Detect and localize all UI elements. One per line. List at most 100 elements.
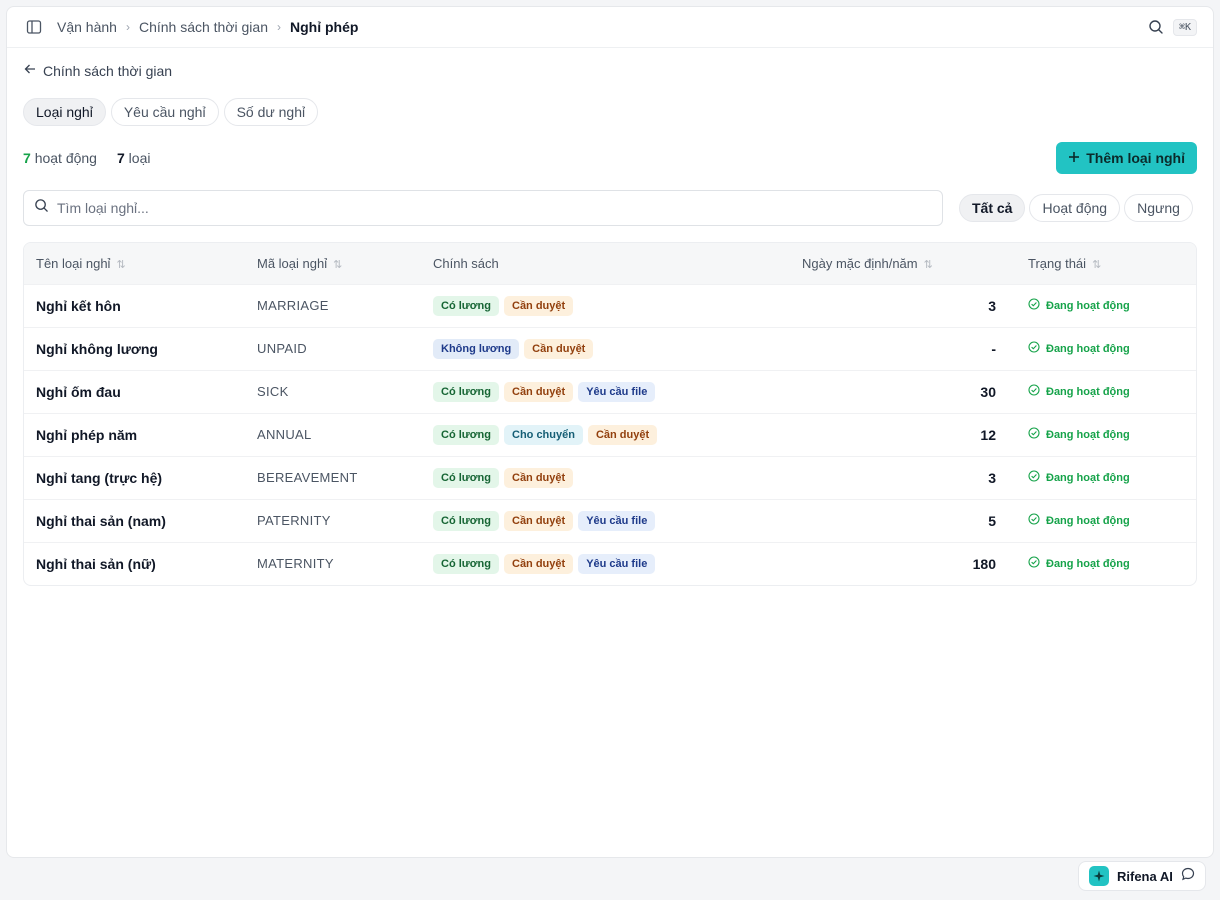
table-row[interactable]: Nghỉ thai sản (nam) PATERNITY Có lương Cần … bbox=[24, 499, 1196, 542]
policy-badge: Cho chuyển bbox=[504, 424, 583, 445]
check-circle-icon bbox=[1028, 513, 1040, 528]
policy-badge: Cần duyệt bbox=[504, 553, 574, 574]
stats-row: 7 hoạt động 7 loại Thêm loại nghỉ bbox=[23, 142, 1197, 174]
status-label: Đang hoạt động bbox=[1046, 342, 1130, 355]
status-badge: Đang hoạt động bbox=[1028, 513, 1184, 528]
policy-badges: Có lương Cần duyệt Yêu cầu file bbox=[433, 510, 766, 531]
tab-leave-balance[interactable]: Số dư nghỉ bbox=[223, 98, 319, 126]
policy-cell: Có lương Cần duyệt Yêu cầu file bbox=[421, 499, 778, 542]
app-window: Vận hành › Chính sách thời gian › Nghỉ p… bbox=[6, 6, 1214, 858]
status-cell: Đang hoạt động bbox=[1016, 413, 1196, 456]
status-cell: Đang hoạt động bbox=[1016, 456, 1196, 499]
status-cell: Đang hoạt động bbox=[1016, 499, 1196, 542]
leave-type-code: BEREAVEMENT bbox=[257, 470, 358, 485]
policy-cell: Có lương Cần duyệt bbox=[421, 456, 778, 499]
table-row[interactable]: Nghỉ kết hôn MARRIAGE Có lương Cần duyệt 3 Đa… bbox=[24, 284, 1196, 327]
status-badge: Đang hoạt động bbox=[1028, 470, 1184, 485]
policy-badge: Yêu cầu file bbox=[578, 510, 656, 531]
breadcrumb-item-operations[interactable]: Vận hành bbox=[57, 19, 117, 35]
default-days: 5 bbox=[988, 512, 996, 529]
leave-type-name: Nghỉ ốm đau bbox=[36, 383, 121, 400]
table-row[interactable]: Nghỉ tang (trực hệ) BEREAVEMENT Có lương Cầ… bbox=[24, 456, 1196, 499]
filter-active[interactable]: Hoạt động bbox=[1029, 194, 1121, 222]
filter-row: Tất cả Hoạt động Ngưng bbox=[23, 190, 1197, 226]
breadcrumb-item-time-policy[interactable]: Chính sách thời gian bbox=[139, 19, 268, 35]
arrow-left-icon bbox=[23, 62, 37, 79]
policy-badge: Cần duyệt bbox=[504, 510, 574, 531]
check-circle-icon bbox=[1028, 341, 1040, 356]
status-badge: Đang hoạt động bbox=[1028, 384, 1184, 399]
policy-cell: Có lương Cần duyệt Yêu cầu file bbox=[421, 542, 778, 585]
search-box bbox=[23, 190, 943, 226]
search-icon bbox=[34, 198, 49, 218]
default-days: 3 bbox=[988, 469, 996, 486]
active-label: hoạt động bbox=[34, 150, 97, 166]
policy-badges: Có lương Cho chuyển Cần duyệt bbox=[433, 424, 766, 445]
chevron-right-icon: › bbox=[125, 20, 130, 34]
check-circle-icon bbox=[1028, 298, 1040, 313]
table-row[interactable]: Nghỉ thai sản (nữ) MATERNITY Có lương Cần d… bbox=[24, 542, 1196, 585]
policy-badge: Có lương bbox=[433, 424, 499, 445]
status-label: Đang hoạt động bbox=[1046, 514, 1130, 527]
policy-badge: Có lương bbox=[433, 553, 499, 574]
total-count: 7 bbox=[116, 150, 125, 166]
policy-badges: Có lương Cần duyệt bbox=[433, 467, 766, 488]
sort-icon: ⇅ bbox=[116, 258, 126, 271]
policy-badge: Yêu cầu file bbox=[578, 553, 656, 574]
table-row[interactable]: Nghỉ phép năm ANNUAL Có lương Cho chuyển Cần… bbox=[24, 413, 1196, 456]
default-days: 3 bbox=[988, 297, 996, 314]
breadcrumb-item-current: Nghỉ phép bbox=[290, 19, 359, 35]
leave-type-name: Nghỉ kết hôn bbox=[36, 297, 121, 314]
table-header-row: Tên loại nghỉ ⇅ Mã loại nghỉ ⇅ Chính sách … bbox=[24, 243, 1196, 284]
leave-type-code: ANNUAL bbox=[257, 427, 312, 442]
default-days: - bbox=[991, 340, 996, 357]
policy-badge: Có lương bbox=[433, 510, 499, 531]
search-input[interactable] bbox=[57, 200, 932, 216]
policy-badges: Có lương Cần duyệt Yêu cầu file bbox=[433, 553, 766, 574]
rifena-ai-button[interactable]: Rifena AI bbox=[1078, 861, 1206, 891]
status-label: Đang hoạt động bbox=[1046, 471, 1130, 484]
leave-type-name: Nghỉ tang (trực hệ) bbox=[36, 469, 163, 486]
table-row[interactable]: Nghỉ không lương UNPAID Không lương Cần duy… bbox=[24, 327, 1196, 370]
status-cell: Đang hoạt động bbox=[1016, 327, 1196, 370]
leave-type-name: Nghỉ thai sản (nam) bbox=[36, 512, 166, 529]
column-header-label: Mã loại nghỉ bbox=[257, 255, 328, 271]
status-label: Đang hoạt động bbox=[1046, 385, 1130, 398]
leave-type-code: PATERNITY bbox=[257, 513, 331, 528]
policy-badge: Cần duyệt bbox=[587, 424, 658, 445]
policy-badges: Không lương Cần duyệt bbox=[433, 338, 766, 359]
policy-badge: Không lương bbox=[433, 338, 520, 359]
add-leave-type-button[interactable]: Thêm loại nghỉ bbox=[1056, 142, 1197, 174]
table-row[interactable]: Nghỉ ốm đau SICK Có lương Cần duyệt Yêu cầu … bbox=[24, 370, 1196, 413]
ai-button-label: Rifena AI bbox=[1117, 868, 1173, 884]
top-bar: Vận hành › Chính sách thời gian › Nghỉ p… bbox=[7, 7, 1213, 48]
check-circle-icon bbox=[1028, 384, 1040, 399]
filter-inactive[interactable]: Ngưng bbox=[1124, 194, 1193, 222]
policy-badges: Có lương Cần duyệt Yêu cầu file bbox=[433, 381, 766, 402]
tab-leave-types[interactable]: Loại nghỉ bbox=[23, 98, 106, 126]
sort-icon: ⇅ bbox=[923, 258, 933, 271]
sidebar-toggle-icon[interactable] bbox=[25, 18, 43, 36]
leave-type-code: SICK bbox=[257, 384, 289, 399]
column-header-status[interactable]: Trạng thái ⇅ bbox=[1016, 243, 1196, 284]
policy-cell: Không lương Cần duyệt bbox=[421, 327, 778, 370]
leave-type-code: MATERNITY bbox=[257, 556, 334, 572]
tab-bar: Loại nghỉ Yêu cầu nghỉ Số dư nghỉ bbox=[23, 98, 1197, 126]
column-header-days[interactable]: Ngày mặc định/năm ⇅ bbox=[778, 243, 1016, 284]
tab-leave-requests[interactable]: Yêu cầu nghỉ bbox=[110, 98, 219, 126]
chevron-right-icon: › bbox=[277, 20, 281, 34]
status-cell: Đang hoạt động bbox=[1016, 370, 1196, 413]
status-badge: Đang hoạt động bbox=[1028, 298, 1184, 313]
leave-type-code: UNPAID bbox=[257, 341, 307, 356]
back-link[interactable]: Chính sách thời gian bbox=[23, 62, 172, 79]
filter-all[interactable]: Tất cả bbox=[959, 194, 1026, 222]
column-header-code[interactable]: Mã loại nghỉ ⇅ bbox=[245, 243, 421, 284]
policy-badge: Cần duyệt bbox=[504, 295, 574, 316]
search-icon[interactable] bbox=[1147, 18, 1165, 36]
policy-badges: Có lương Cần duyệt bbox=[433, 295, 766, 316]
column-header-name[interactable]: Tên loại nghỉ ⇅ bbox=[24, 243, 245, 284]
leave-type-code: MARRIAGE bbox=[257, 298, 329, 313]
policy-badge: Có lương bbox=[433, 467, 499, 488]
policy-badge: Có lương bbox=[433, 381, 499, 402]
policy-cell: Có lương Cần duyệt bbox=[421, 284, 778, 327]
